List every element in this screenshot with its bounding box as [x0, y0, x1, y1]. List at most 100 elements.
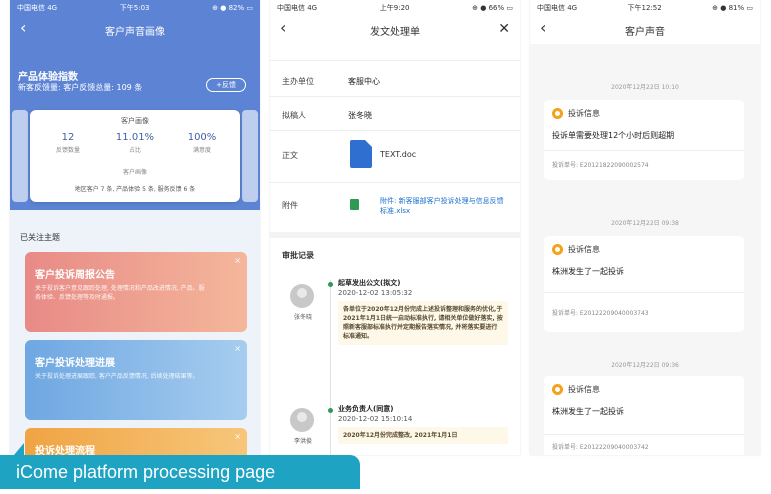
timeline-dot — [328, 408, 333, 413]
stat-ratio: 11.01% 占比 — [105, 132, 165, 154]
message-card[interactable]: 投诉信息 株洲发生了一起投诉 投诉单号: E20122209040003743 — [544, 236, 744, 332]
label-text: 投诉信息 — [568, 109, 600, 118]
log-action: 起草发出公文(拟文) — [338, 279, 401, 287]
close-icon[interactable]: ✕ — [498, 21, 510, 37]
message-card[interactable]: 投诉信息 投诉单需要处理12个小时后则超期 投诉单号: E20121822090… — [544, 100, 744, 180]
close-icon[interactable]: × — [234, 256, 241, 265]
back-chevron-icon[interactable]: ‹ — [280, 18, 286, 37]
label-text: 投诉信息 — [568, 385, 600, 394]
caption-banner: iCome platform processing page — [0, 455, 360, 489]
nav-bar: ‹ 发文处理单 ✕ — [270, 16, 520, 44]
stat-label: 满意度 — [192, 147, 211, 154]
message-body: 株洲发生了一起投诉 — [552, 407, 624, 416]
page-title: 客户声音画像 — [105, 26, 165, 38]
divider — [544, 292, 744, 293]
status-time: 上午9:20 — [379, 4, 410, 12]
complaint-icon — [552, 384, 563, 395]
banner-tab-decoration — [14, 443, 24, 455]
status-battery: ⊕ ● 81% ▭ — [712, 4, 753, 12]
timeline-dot — [328, 282, 333, 287]
topic-title: 客户投诉处理进展 — [35, 358, 115, 369]
status-carrier: 中国电信 4G — [17, 4, 58, 12]
field-value: 张冬晓 — [348, 111, 372, 120]
section-title: 审批记录 — [282, 251, 314, 260]
status-bar: 中国电信 4G 下午5:03 ⊕ ● 82% ▭ — [10, 0, 260, 16]
message-label: 投诉信息 — [552, 108, 600, 119]
attachment-link[interactable]: 附件: 新客服部客户投诉处理与信息反馈标准.xlsx — [380, 196, 510, 216]
back-chevron-icon[interactable]: ‹ — [540, 18, 546, 37]
topic-title: 客户投诉周报公告 — [35, 270, 115, 281]
approver-name: 李洪俊 — [293, 438, 312, 445]
top-bar: 中国电信 4G 下午12:52 ⊕ ● 81% ▭ ‹ 客户声音 — [530, 0, 760, 44]
status-battery: ⊕ ● 66% ▭ — [472, 4, 513, 12]
stat-value: 11.01% — [115, 132, 155, 143]
status-bar: 中国电信 4G 下午12:52 ⊕ ● 81% ▭ — [530, 0, 760, 16]
phone-customer-voice: 中国电信 4G 下午12:52 ⊕ ● 81% ▭ ‹ 客户声音 2020年12… — [530, 0, 760, 455]
message-body: 投诉单需要处理12个小时后则超期 — [552, 131, 675, 140]
topic-title: 投诉处理流程 — [35, 446, 95, 455]
log-entry: 业务负责人(同意) 2020-12-02 15:10:14 2020年12月份完… — [338, 404, 508, 444]
stat-label: 反馈数量 — [55, 147, 80, 154]
avatar — [290, 408, 314, 432]
complaint-icon — [552, 108, 563, 119]
phone-document-handling: 中国电信 4G 上午9:20 ⊕ ● 66% ▭ ‹ 发文处理单 ✕ 主办单位 … — [270, 0, 520, 455]
topic-desc: 关于投诉客户意见跟踪处理, 处理情况和产品改进情况, 产品、服务体验、反馈处理等… — [35, 285, 205, 301]
topic-desc: 关于投诉处理进展跟踪, 客户产品反馈情况, 后续处理结果等。 — [35, 373, 199, 380]
divider — [270, 130, 520, 131]
message-body: 株洲发生了一起投诉 — [552, 267, 624, 276]
avatar — [290, 284, 314, 308]
topic-card-progress[interactable]: 客户投诉处理进展 关于投诉处理进展跟踪, 客户产品反馈情况, 后续处理结果等。 … — [25, 340, 247, 420]
status-carrier: 中国电信 4G — [277, 4, 318, 12]
ticket-number: 投诉单号: E20121822090002574 — [552, 162, 649, 169]
nav-bar: ‹ 客户声音 — [530, 16, 760, 44]
portrait-card[interactable]: 客户画像 12 反馈数量 11.01% 占比 100% 满意度 客户画像 地区客… — [30, 110, 240, 202]
feedback-pill-button[interactable]: +反馈 — [206, 78, 246, 92]
stat-satisfaction: 100% 满意度 — [172, 132, 232, 154]
status-bar: 中国电信 4G 上午9:20 ⊕ ● 66% ▭ — [270, 0, 520, 16]
stat-value: 12 — [61, 132, 75, 143]
section-gap — [270, 232, 520, 238]
excel-file-icon[interactable] — [350, 199, 359, 210]
divider — [270, 96, 520, 97]
topic-card-process[interactable]: 投诉处理流程 × — [25, 428, 247, 455]
field-key: 正文 — [282, 151, 298, 160]
message-timestamp: 2020年12月22日 09:36 — [611, 362, 679, 369]
status-carrier: 中国电信 4G — [537, 4, 578, 12]
topic-card-weekly[interactable]: 客户投诉周报公告 关于投诉客户意见跟踪处理, 处理情况和产品改进情况, 产品、服… — [25, 252, 247, 332]
message-card[interactable]: 投诉信息 株洲发生了一起投诉 投诉单号: E20122209040003742 — [544, 376, 744, 455]
stat-value: 100% — [187, 132, 217, 143]
message-timestamp: 2020年12月22日 10:10 — [611, 84, 679, 91]
label-text: 投诉信息 — [568, 245, 600, 254]
doc-filename[interactable]: TEXT.doc — [380, 150, 416, 159]
stat-label: 占比 — [128, 147, 141, 154]
approver-name: 张冬晓 — [293, 314, 312, 321]
message-label: 投诉信息 — [552, 384, 600, 395]
metric-subtitle: 新客反馈量: 客户反馈总量: 109 条 — [18, 83, 143, 92]
ticket-number: 投诉单号: E20122209040003743 — [552, 310, 649, 317]
back-chevron-icon[interactable]: ‹ — [20, 18, 26, 37]
field-key: 拟稿人 — [282, 111, 306, 120]
complaint-icon — [552, 244, 563, 255]
page-title: 客户声音 — [625, 26, 665, 38]
log-comment: 2020年12月份完成整改, 2021年1月1日 — [338, 427, 508, 444]
card-link[interactable]: 客户画像 — [30, 167, 240, 176]
close-icon[interactable]: × — [234, 344, 241, 353]
ticket-number: 投诉单号: E20122209040003742 — [552, 444, 649, 451]
divider — [544, 434, 744, 435]
message-timestamp: 2020年12月22日 09:38 — [611, 220, 679, 227]
log-action: 业务负责人(同意) — [338, 405, 394, 413]
card-footer: 地区客户 7 条, 产品体验 5 条, 服务反馈 6 条 — [74, 186, 196, 193]
field-value: 客服中心 — [348, 77, 380, 86]
log-time: 2020-12-02 13:05:32 — [338, 289, 413, 297]
close-icon[interactable]: × — [234, 432, 241, 441]
message-label: 投诉信息 — [552, 244, 600, 255]
phone-voice-portrait: 中国电信 4G 下午5:03 ⊕ ● 82% ▭ ‹ 客户声音画像 产品体验指数… — [10, 0, 260, 455]
status-time: 下午5:03 — [119, 4, 150, 12]
field-key: 主办单位 — [282, 77, 314, 86]
nav-bar: ‹ 客户声音画像 — [10, 16, 260, 44]
prev-card-peek[interactable] — [12, 110, 28, 202]
section-title: 已关注主题 — [20, 233, 60, 242]
divider — [544, 150, 744, 151]
word-document-icon[interactable] — [350, 140, 372, 168]
next-card-peek[interactable] — [242, 110, 258, 202]
